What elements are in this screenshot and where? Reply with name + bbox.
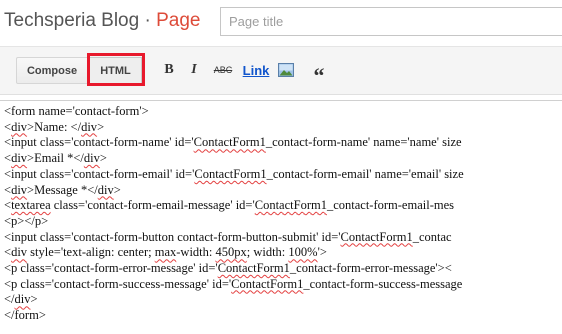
code-line[interactable]: </form> (4, 308, 46, 322)
html-source-text[interactable]: <form name='contact-form'> <div>Name: </… (4, 104, 464, 324)
html-button-highlight (87, 53, 145, 86)
html-editor[interactable]: <form name='contact-form'> <div>Name: </… (0, 100, 562, 334)
code-line[interactable]: <p class='contact-form-success-message' … (4, 277, 462, 291)
code-line[interactable]: <div>Message *</div> (4, 183, 121, 197)
link-button[interactable]: Link (243, 59, 270, 81)
editor-header: Techsperia Blog · Page (0, 0, 562, 46)
blog-name[interactable]: Techsperia Blog (4, 10, 139, 31)
code-line[interactable]: <div>Name: </div> (4, 120, 104, 134)
blog-title: Techsperia Blog · Page (4, 10, 200, 32)
page-title-input[interactable] (220, 7, 562, 36)
strikethrough-button[interactable]: ABC (210, 59, 236, 81)
code-line[interactable]: <input class='contact-form-button contac… (4, 230, 452, 244)
code-line[interactable]: <div style='text-align: center; max-widt… (4, 245, 327, 259)
image-icon (278, 63, 294, 77)
italic-button[interactable]: I (186, 59, 202, 81)
title-separator: · (139, 10, 157, 31)
insert-image-button[interactable] (277, 59, 295, 81)
code-line[interactable]: <input class='contact-form-email' id='Co… (4, 167, 464, 181)
code-line[interactable]: <p></p> (4, 214, 48, 228)
quote-button[interactable]: “ (309, 59, 329, 88)
page-label: Page (156, 10, 201, 31)
compose-mode-button[interactable]: Compose (16, 57, 88, 84)
code-line[interactable]: <textarea class='contact-form-email-mess… (4, 198, 454, 212)
code-line[interactable]: <input class='contact-form-name' id='Con… (4, 135, 462, 149)
editor-toolbar: Compose HTML B I ABC Link “ (0, 46, 562, 95)
code-line[interactable]: <div>Email *</div> (4, 151, 107, 165)
code-line[interactable]: <p class='contact-form-error-message' id… (4, 261, 452, 275)
code-line[interactable]: </div> (4, 292, 38, 306)
bold-button[interactable]: B (160, 59, 178, 81)
code-line[interactable]: <form name='contact-form'> (4, 104, 149, 118)
